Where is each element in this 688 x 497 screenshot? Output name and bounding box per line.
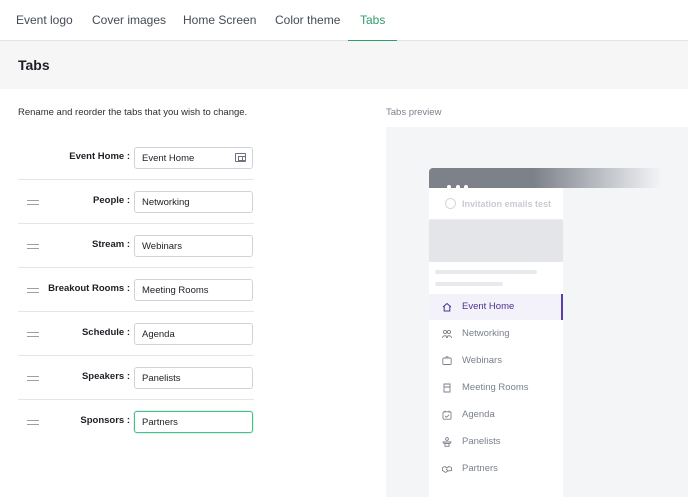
event-logo-icon — [445, 198, 456, 209]
preview-nav-meeting-rooms: Meeting Rooms — [429, 375, 563, 401]
schedule-input[interactable] — [134, 323, 253, 345]
skeleton-line — [435, 270, 537, 274]
drag-handle-icon[interactable] — [27, 244, 39, 249]
row-label: Event Home : — [69, 151, 130, 162]
id-card-icon — [235, 153, 246, 162]
drag-handle-icon[interactable] — [27, 288, 39, 293]
preview-nav-label: Partners — [462, 463, 498, 474]
preview-header: Invitation emails test — [429, 188, 563, 220]
preview-nav-label: Networking — [462, 328, 510, 339]
preview-nav-event-home: Event Home — [429, 294, 563, 320]
people-icon — [442, 329, 452, 339]
preview-nav-agenda: Agenda — [429, 402, 563, 428]
tab-home-screen[interactable]: Home Screen — [183, 0, 256, 41]
skeleton-line — [435, 282, 503, 286]
tab-row-schedule: Schedule : — [18, 312, 254, 356]
row-label: Breakout Rooms : — [48, 283, 130, 294]
preview-nav-partners: Partners — [429, 456, 563, 482]
breakout-rooms-input[interactable] — [134, 279, 253, 301]
tab-row-speakers: Speakers : — [18, 356, 254, 400]
tab-row-event-home: Event Home : — [18, 136, 254, 180]
row-label: Schedule : — [81, 327, 130, 338]
row-label: Stream : — [91, 239, 130, 250]
tab-cover-images[interactable]: Cover images — [92, 0, 166, 41]
tab-row-sponsors: Sponsors : — [18, 400, 254, 444]
event-home-field[interactable] — [134, 147, 253, 169]
page-title: Tabs — [18, 57, 50, 73]
preview-sidebar: Invitation emails test Event Home Networ… — [429, 188, 563, 497]
row-label: Sponsors : — [80, 415, 130, 426]
tab-color-theme[interactable]: Color theme — [275, 0, 340, 41]
drag-handle-icon[interactable] — [27, 200, 39, 205]
tab-row-breakout-rooms: Breakout Rooms : — [18, 268, 254, 312]
tab-row-people: People : — [18, 180, 254, 224]
preview-nav-label: Webinars — [462, 355, 502, 366]
people-input[interactable] — [134, 191, 253, 213]
preview-nav-label: Meeting Rooms — [462, 382, 529, 393]
calendar-icon — [442, 410, 452, 420]
top-tab-bar: Event logo Cover images Home Screen Colo… — [0, 0, 688, 42]
preview-browser-bar — [429, 168, 662, 189]
rooms-icon — [442, 383, 452, 393]
preview-nav-label: Agenda — [462, 409, 495, 420]
preview-nav-label: Panelists — [462, 436, 501, 447]
event-home-input[interactable] — [135, 148, 235, 168]
tab-event-logo[interactable]: Event logo — [16, 0, 73, 41]
drag-handle-icon[interactable] — [27, 332, 39, 337]
section-header: Tabs — [0, 41, 688, 89]
video-icon — [442, 356, 452, 366]
preview-nav-webinars: Webinars — [429, 348, 563, 374]
preview-event-name: Invitation emails test — [462, 199, 552, 209]
preview-label: Tabs preview — [386, 107, 442, 118]
tab-tabs[interactable]: Tabs — [347, 0, 398, 42]
preview-nav-label: Event Home — [462, 301, 515, 312]
handshake-icon — [442, 464, 452, 474]
tab-row-stream: Stream : — [18, 224, 254, 268]
sponsors-input[interactable] — [134, 411, 253, 433]
intro-text: Rename and reorder the tabs that you wis… — [18, 107, 248, 118]
speakers-input[interactable] — [134, 367, 253, 389]
tabs-form: Event Home : People : Stream : Breakout … — [18, 136, 254, 444]
row-label: Speakers : — [81, 371, 130, 382]
drag-handle-icon[interactable] — [27, 376, 39, 381]
stream-input[interactable] — [134, 235, 253, 257]
preview-banner — [429, 220, 563, 262]
preview-nav-panelists: Panelists — [429, 429, 563, 455]
podium-icon — [442, 437, 452, 447]
drag-handle-icon[interactable] — [27, 420, 39, 425]
preview-nav-networking: Networking — [429, 321, 563, 347]
row-label: People : — [93, 195, 130, 206]
home-icon — [442, 302, 452, 312]
